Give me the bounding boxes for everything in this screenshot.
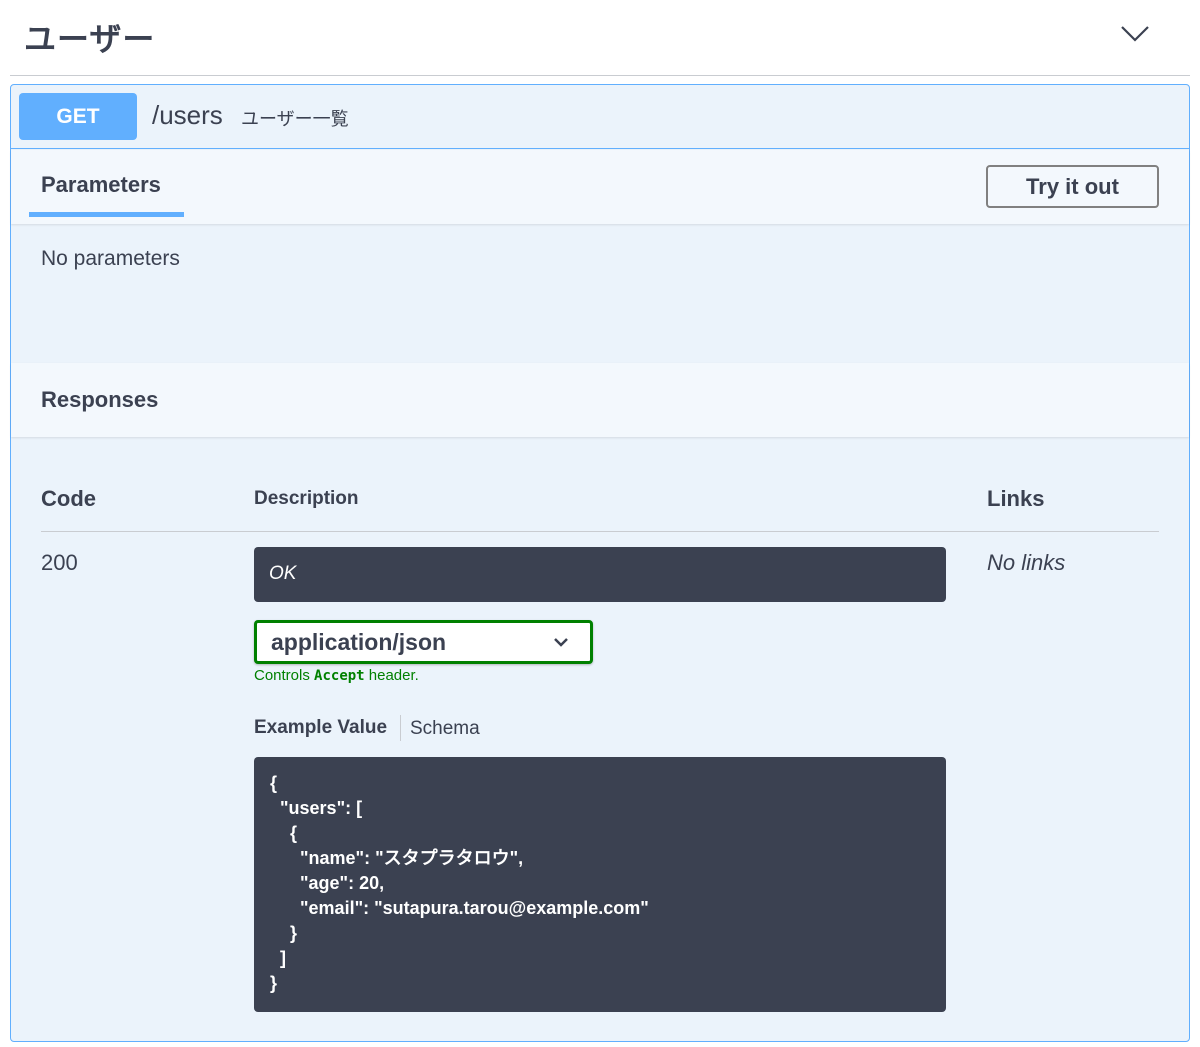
tab-example-value[interactable]: Example Value: [254, 717, 387, 739]
operation-summary[interactable]: GET /users ユーザー一覧: [11, 85, 1189, 149]
parameters-header: Parameters Try it out: [11, 150, 1189, 224]
response-code: 200: [41, 550, 78, 575]
media-type-select[interactable]: application/json: [254, 620, 593, 664]
code-line: "age": 20,: [270, 873, 385, 893]
code-line: {: [270, 773, 278, 793]
controls-note-prefix: Controls: [254, 667, 315, 684]
tab-schema[interactable]: Schema: [410, 718, 480, 740]
chevron-down-icon: [554, 638, 568, 647]
column-header-description: Description: [254, 488, 359, 509]
tab-separator: [400, 715, 401, 741]
tag-section-header[interactable]: ユーザー: [10, 0, 1190, 76]
controls-note-suffix: header.: [364, 667, 419, 684]
column-header-links: Links: [987, 486, 1045, 511]
controls-note-code: Accept: [314, 668, 365, 684]
code-line: "users": [: [270, 798, 363, 818]
code-line: "name": "スタプラタロウ",: [270, 848, 524, 868]
operation-path: /users: [152, 100, 223, 130]
responses-title: Responses: [41, 387, 159, 412]
chevron-down-icon[interactable]: [1118, 18, 1152, 48]
code-line: ]: [270, 948, 286, 968]
tab-parameters[interactable]: Parameters: [41, 172, 161, 198]
operation-summary-text: ユーザー一覧: [241, 109, 349, 129]
response-description: OK: [254, 547, 946, 602]
response-links: No links: [987, 550, 1066, 575]
tag-title: ユーザー: [24, 21, 156, 57]
no-parameters-text: No parameters: [41, 247, 180, 270]
code-line: }: [270, 923, 298, 943]
try-it-out-button[interactable]: Try it out: [986, 165, 1159, 208]
responses-header: Responses: [11, 363, 1189, 437]
controls-accept-note: Controls Accept header.: [254, 667, 419, 684]
method-badge: GET: [19, 93, 137, 140]
column-header-code: Code: [41, 486, 96, 511]
example-json-block: { "users": [ { "name": "スタプラタロウ", "age":…: [254, 757, 946, 1012]
tab-active-indicator: [29, 212, 184, 217]
code-line: }: [270, 973, 278, 993]
operation-block: GET /users ユーザー一覧 Parameters Try it out …: [10, 84, 1190, 1042]
code-line: "email": "sutapura.tarou@example.com": [270, 898, 649, 918]
code-line: {: [270, 823, 298, 843]
table-header-divider: [41, 531, 1159, 532]
media-type-value: application/json: [271, 629, 447, 655]
